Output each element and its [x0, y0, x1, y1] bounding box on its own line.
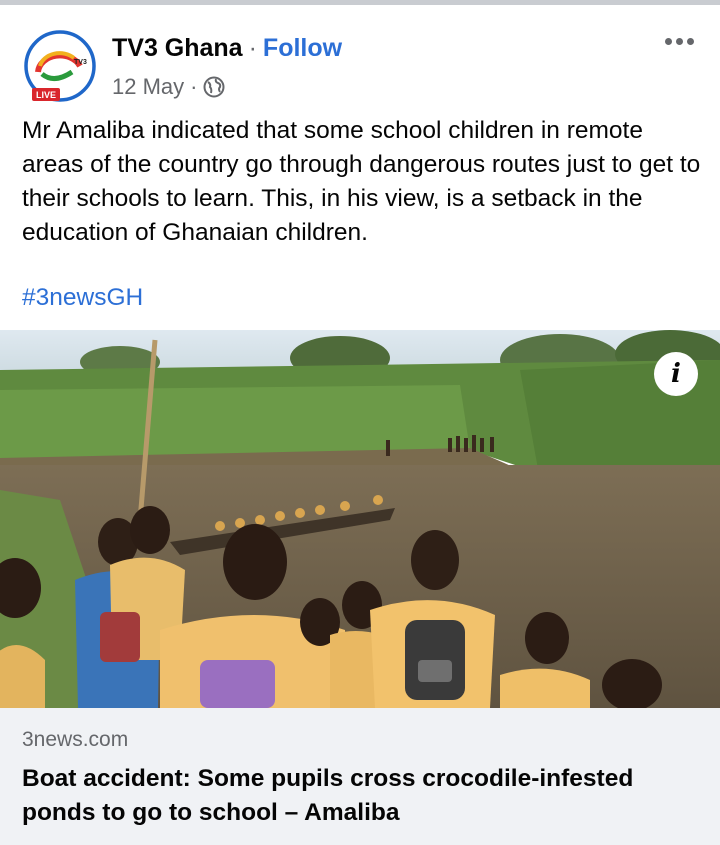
more-options-icon[interactable]: [665, 38, 694, 45]
post-header-title: TV3 Ghana · Follow: [112, 34, 342, 63]
post-photo[interactable]: i: [0, 330, 720, 708]
hashtag-link[interactable]: #3newsGH: [22, 284, 143, 312]
page-name-link[interactable]: TV3 Ghana: [112, 34, 243, 62]
top-divider: [0, 0, 720, 5]
svg-text:LIVE: LIVE: [36, 90, 56, 100]
globe-icon: [203, 76, 225, 98]
river-crossing-image: [0, 330, 720, 708]
link-domain: 3news.com: [22, 728, 129, 751]
meta-separator: ·: [190, 74, 198, 99]
post-date[interactable]: 12 May: [112, 74, 184, 100]
title-separator: ·: [248, 34, 257, 62]
page-avatar[interactable]: TV3 LIVE: [22, 28, 98, 104]
link-title[interactable]: Boat accident: Some pupils cross crocodi…: [22, 762, 682, 830]
svg-text:TV3: TV3: [74, 59, 87, 66]
post-text: Mr Amaliba indicated that some school ch…: [22, 117, 701, 246]
info-button[interactable]: i: [654, 352, 698, 396]
follow-button[interactable]: Follow: [263, 34, 342, 62]
link-preview[interactable]: 3news.com Boat accident: Some pupils cro…: [0, 708, 720, 845]
tv3-logo: TV3 LIVE: [24, 30, 96, 102]
post-meta: 12 May ·: [112, 74, 225, 100]
